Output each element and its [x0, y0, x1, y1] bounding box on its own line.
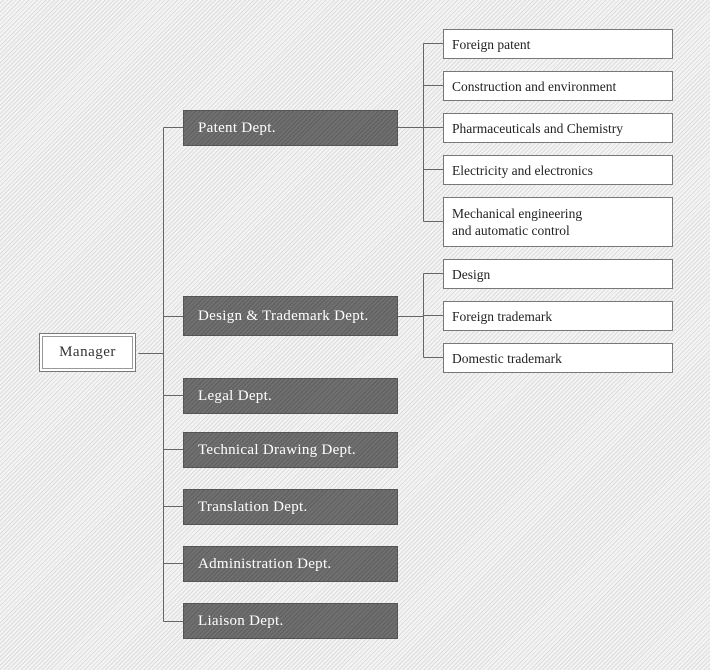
dept-design-trademark: Design & Trademark Dept. — [183, 296, 398, 336]
dept-administration: Administration Dept. — [183, 546, 398, 582]
section-foreign-patent: Foreign patent — [443, 29, 673, 59]
section-mechanical: Mechanical engineering and automatic con… — [443, 197, 673, 247]
dept-technical-drawing: Technical Drawing Dept. — [183, 432, 398, 468]
section-pharmaceuticals: Pharmaceuticals and Chemistry — [443, 113, 673, 143]
section-construction: Construction and environment — [443, 71, 673, 101]
section-domestic-trademark: Domestic trademark — [443, 343, 673, 373]
dept-translation: Translation Dept. — [183, 489, 398, 525]
manager-box: Manager — [39, 333, 136, 372]
section-foreign-trademark: Foreign trademark — [443, 301, 673, 331]
section-design: Design — [443, 259, 673, 289]
dept-patent: Patent Dept. — [183, 110, 398, 146]
section-electricity: Electricity and electronics — [443, 155, 673, 185]
dept-liaison: Liaison Dept. — [183, 603, 398, 639]
dept-legal: Legal Dept. — [183, 378, 398, 414]
